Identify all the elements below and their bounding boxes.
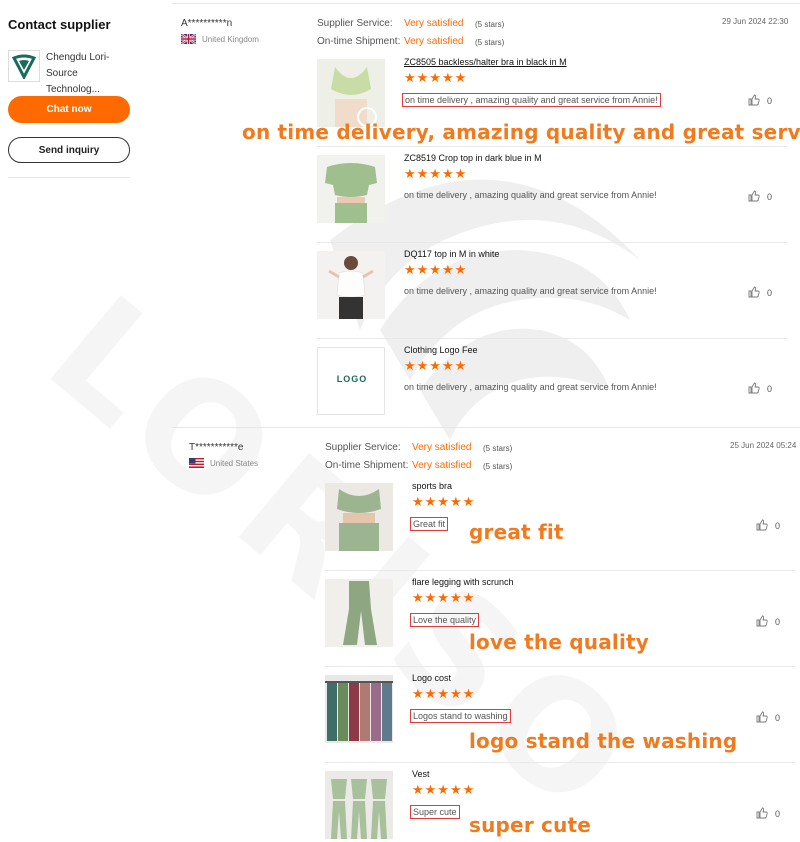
like-count: 0 (775, 809, 781, 819)
like-count: 0 (775, 617, 781, 627)
product-title[interactable]: sports bra (412, 481, 452, 491)
review-comment: Logos stand to washing (410, 709, 511, 723)
review-card: A**********n United Kingdom Supplier Ser… (0, 0, 800, 427)
rating-label: On-time Shipment: (317, 36, 401, 47)
product-image[interactable] (317, 59, 385, 127)
rating-stars-text: (5 stars) (475, 38, 505, 47)
supplier-service-rating: Supplier Service: Very satisfied (5 star… (325, 439, 512, 457)
like-count: 0 (767, 384, 773, 394)
thumbs-up-icon (756, 615, 768, 629)
item-star-rating: ★★★★★ (404, 166, 468, 181)
thumbs-up-icon (748, 382, 760, 396)
country-label: United States (210, 458, 259, 468)
like-button[interactable]: 0 (756, 711, 780, 725)
like-button[interactable]: 0 (748, 286, 772, 300)
like-button[interactable]: 0 (748, 190, 772, 204)
annotation-caption: super cute (469, 813, 592, 837)
review-comment: Super cute (410, 805, 460, 819)
review-date: 29 Jun 2024 22:30 (722, 17, 789, 26)
rating-label: Supplier Service: (317, 18, 393, 29)
annotation-caption: great fit (469, 520, 564, 544)
product-image[interactable] (325, 675, 393, 743)
rating-value: Very satisfied (404, 36, 464, 47)
product-image[interactable]: LOGO (317, 347, 385, 415)
rating-stars-text: (5 stars) (483, 444, 513, 453)
like-count: 0 (775, 521, 781, 531)
review-ratings: Supplier Service: Very satisfied (5 star… (325, 439, 512, 475)
review-item: ZC8519 Crop top in dark blue in M ★★★★★ … (317, 147, 787, 243)
product-image[interactable] (325, 579, 393, 647)
like-count: 0 (767, 192, 773, 202)
ontime-shipment-rating: On-time Shipment: Very satisfied (5 star… (317, 33, 504, 51)
product-title[interactable]: ZC8519 Crop top in dark blue in M (404, 153, 542, 163)
thumbs-up-icon (756, 519, 768, 533)
product-title[interactable]: flare legging with scrunch (412, 577, 514, 587)
product-title[interactable]: Vest (412, 769, 430, 779)
review-item: LOGO Clothing Logo Fee ★★★★★ on time del… (317, 339, 787, 427)
review-ratings: Supplier Service: Very satisfied (5 star… (317, 15, 504, 51)
like-count: 0 (767, 288, 773, 298)
product-image[interactable] (325, 771, 393, 839)
product-image[interactable] (325, 483, 393, 551)
uk-flag-icon (181, 34, 196, 44)
item-star-rating: ★★★★★ (404, 70, 468, 85)
item-star-rating: ★★★★★ (412, 494, 476, 509)
rating-stars-text: (5 stars) (475, 20, 505, 29)
rating-value: Very satisfied (412, 460, 472, 471)
logo-placeholder-text: LOGO (336, 374, 368, 384)
annotation-caption: logo stand the washing (469, 729, 738, 753)
product-title[interactable]: ZC8505 backless/halter bra in black in M (404, 57, 567, 67)
rating-label: Supplier Service: (325, 442, 401, 453)
product-title[interactable]: DQ117 top in M in white (404, 249, 499, 259)
thumbs-up-icon (748, 94, 760, 108)
like-button[interactable]: 0 (748, 94, 772, 108)
product-image[interactable] (317, 155, 385, 223)
like-button[interactable]: 0 (756, 807, 780, 821)
product-title[interactable]: Clothing Logo Fee (404, 345, 478, 355)
review-comment: on time delivery , amazing quality and g… (404, 382, 657, 392)
thumbs-up-icon (748, 286, 760, 300)
review-comment: Great fit (410, 517, 449, 531)
item-star-rating: ★★★★★ (404, 358, 468, 373)
review-comment: on time delivery , amazing quality and g… (404, 190, 657, 200)
supplier-service-rating: Supplier Service: Very satisfied (5 star… (317, 15, 504, 33)
like-count: 0 (775, 713, 781, 723)
review-comment: Love the quality (410, 613, 480, 627)
country-label: United Kingdom (202, 34, 259, 44)
thumbs-up-icon (756, 807, 768, 821)
like-count: 0 (767, 96, 773, 106)
review-date: 25 Jun 2024 05:24 (730, 441, 797, 450)
ontime-shipment-rating: On-time Shipment: Very satisfied (5 star… (325, 457, 512, 475)
review-comment: on time delivery , amazing quality and g… (402, 93, 661, 107)
review-item: DQ117 top in M in white ★★★★★ on time de… (317, 243, 787, 339)
review-card: T***********e United States Supplier Ser… (0, 428, 800, 842)
item-star-rating: ★★★★★ (404, 262, 468, 277)
like-button[interactable]: 0 (756, 615, 780, 629)
rating-value: Very satisfied (404, 18, 464, 29)
product-title[interactable]: Logo cost (412, 673, 451, 683)
like-button[interactable]: 0 (748, 382, 772, 396)
annotation-caption: love the quality (469, 630, 650, 654)
annotation-caption: on time delivery, amazing quality and gr… (242, 120, 800, 144)
rating-stars-text: (5 stars) (483, 462, 513, 471)
item-star-rating: ★★★★★ (412, 686, 476, 701)
rating-label: On-time Shipment: (325, 460, 409, 471)
item-star-rating: ★★★★★ (412, 590, 476, 605)
thumbs-up-icon (756, 711, 768, 725)
review-comment: on time delivery , amazing quality and g… (404, 286, 657, 296)
reviewer-country: United States (189, 458, 258, 468)
item-star-rating: ★★★★★ (412, 782, 476, 797)
reviewer-name: T***********e (189, 442, 244, 453)
rating-value: Very satisfied (412, 442, 472, 453)
reviewer-name: A**********n (181, 18, 233, 29)
us-flag-icon (189, 458, 204, 468)
thumbs-up-icon (748, 190, 760, 204)
reviewer-country: United Kingdom (181, 34, 259, 44)
product-image[interactable] (317, 251, 385, 319)
like-button[interactable]: 0 (756, 519, 780, 533)
